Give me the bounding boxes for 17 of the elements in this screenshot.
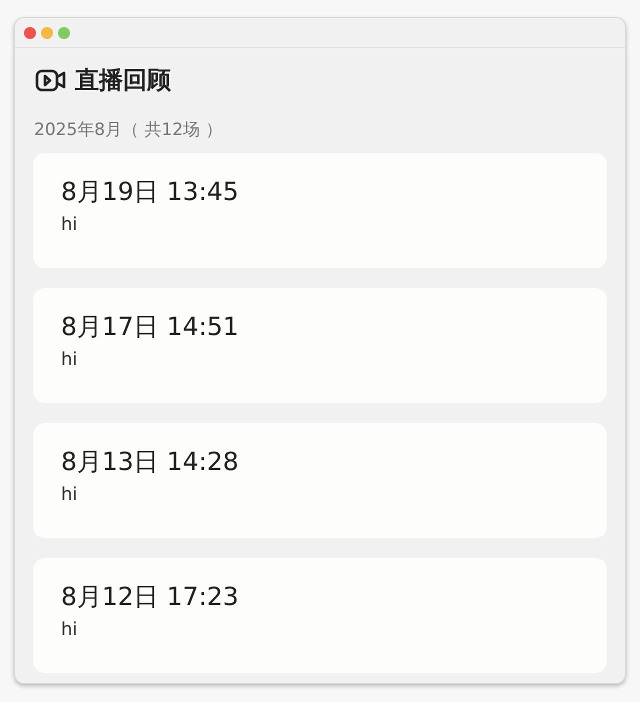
window-control-button[interactable] [41, 26, 53, 38]
session-note: hi [61, 213, 78, 237]
replay-card[interactable]: 8月13日 14:28 hi [33, 423, 607, 538]
session-note: hi [61, 618, 78, 642]
page-title: 直播回顾 [75, 65, 171, 96]
window-control-button[interactable] [24, 26, 36, 38]
session-time: 8月17日 14:51 [61, 311, 240, 343]
session-time: 8月19日 13:45 [61, 176, 240, 208]
session-time: 8月13日 14:28 [61, 446, 240, 478]
replay-card[interactable]: 8月19日 13:45 hi [33, 153, 607, 268]
session-note: hi [61, 348, 78, 372]
month-heading: 2025年8月（ 共12场 ） [34, 119, 224, 142]
session-time: 8月12日 17:23 [61, 581, 240, 613]
replay-card[interactable]: 8月17日 14:51 hi [33, 288, 607, 403]
window-control-button[interactable] [58, 26, 70, 38]
session-note: hi [61, 483, 78, 507]
replay-card[interactable]: 8月12日 17:23 hi [33, 558, 607, 673]
